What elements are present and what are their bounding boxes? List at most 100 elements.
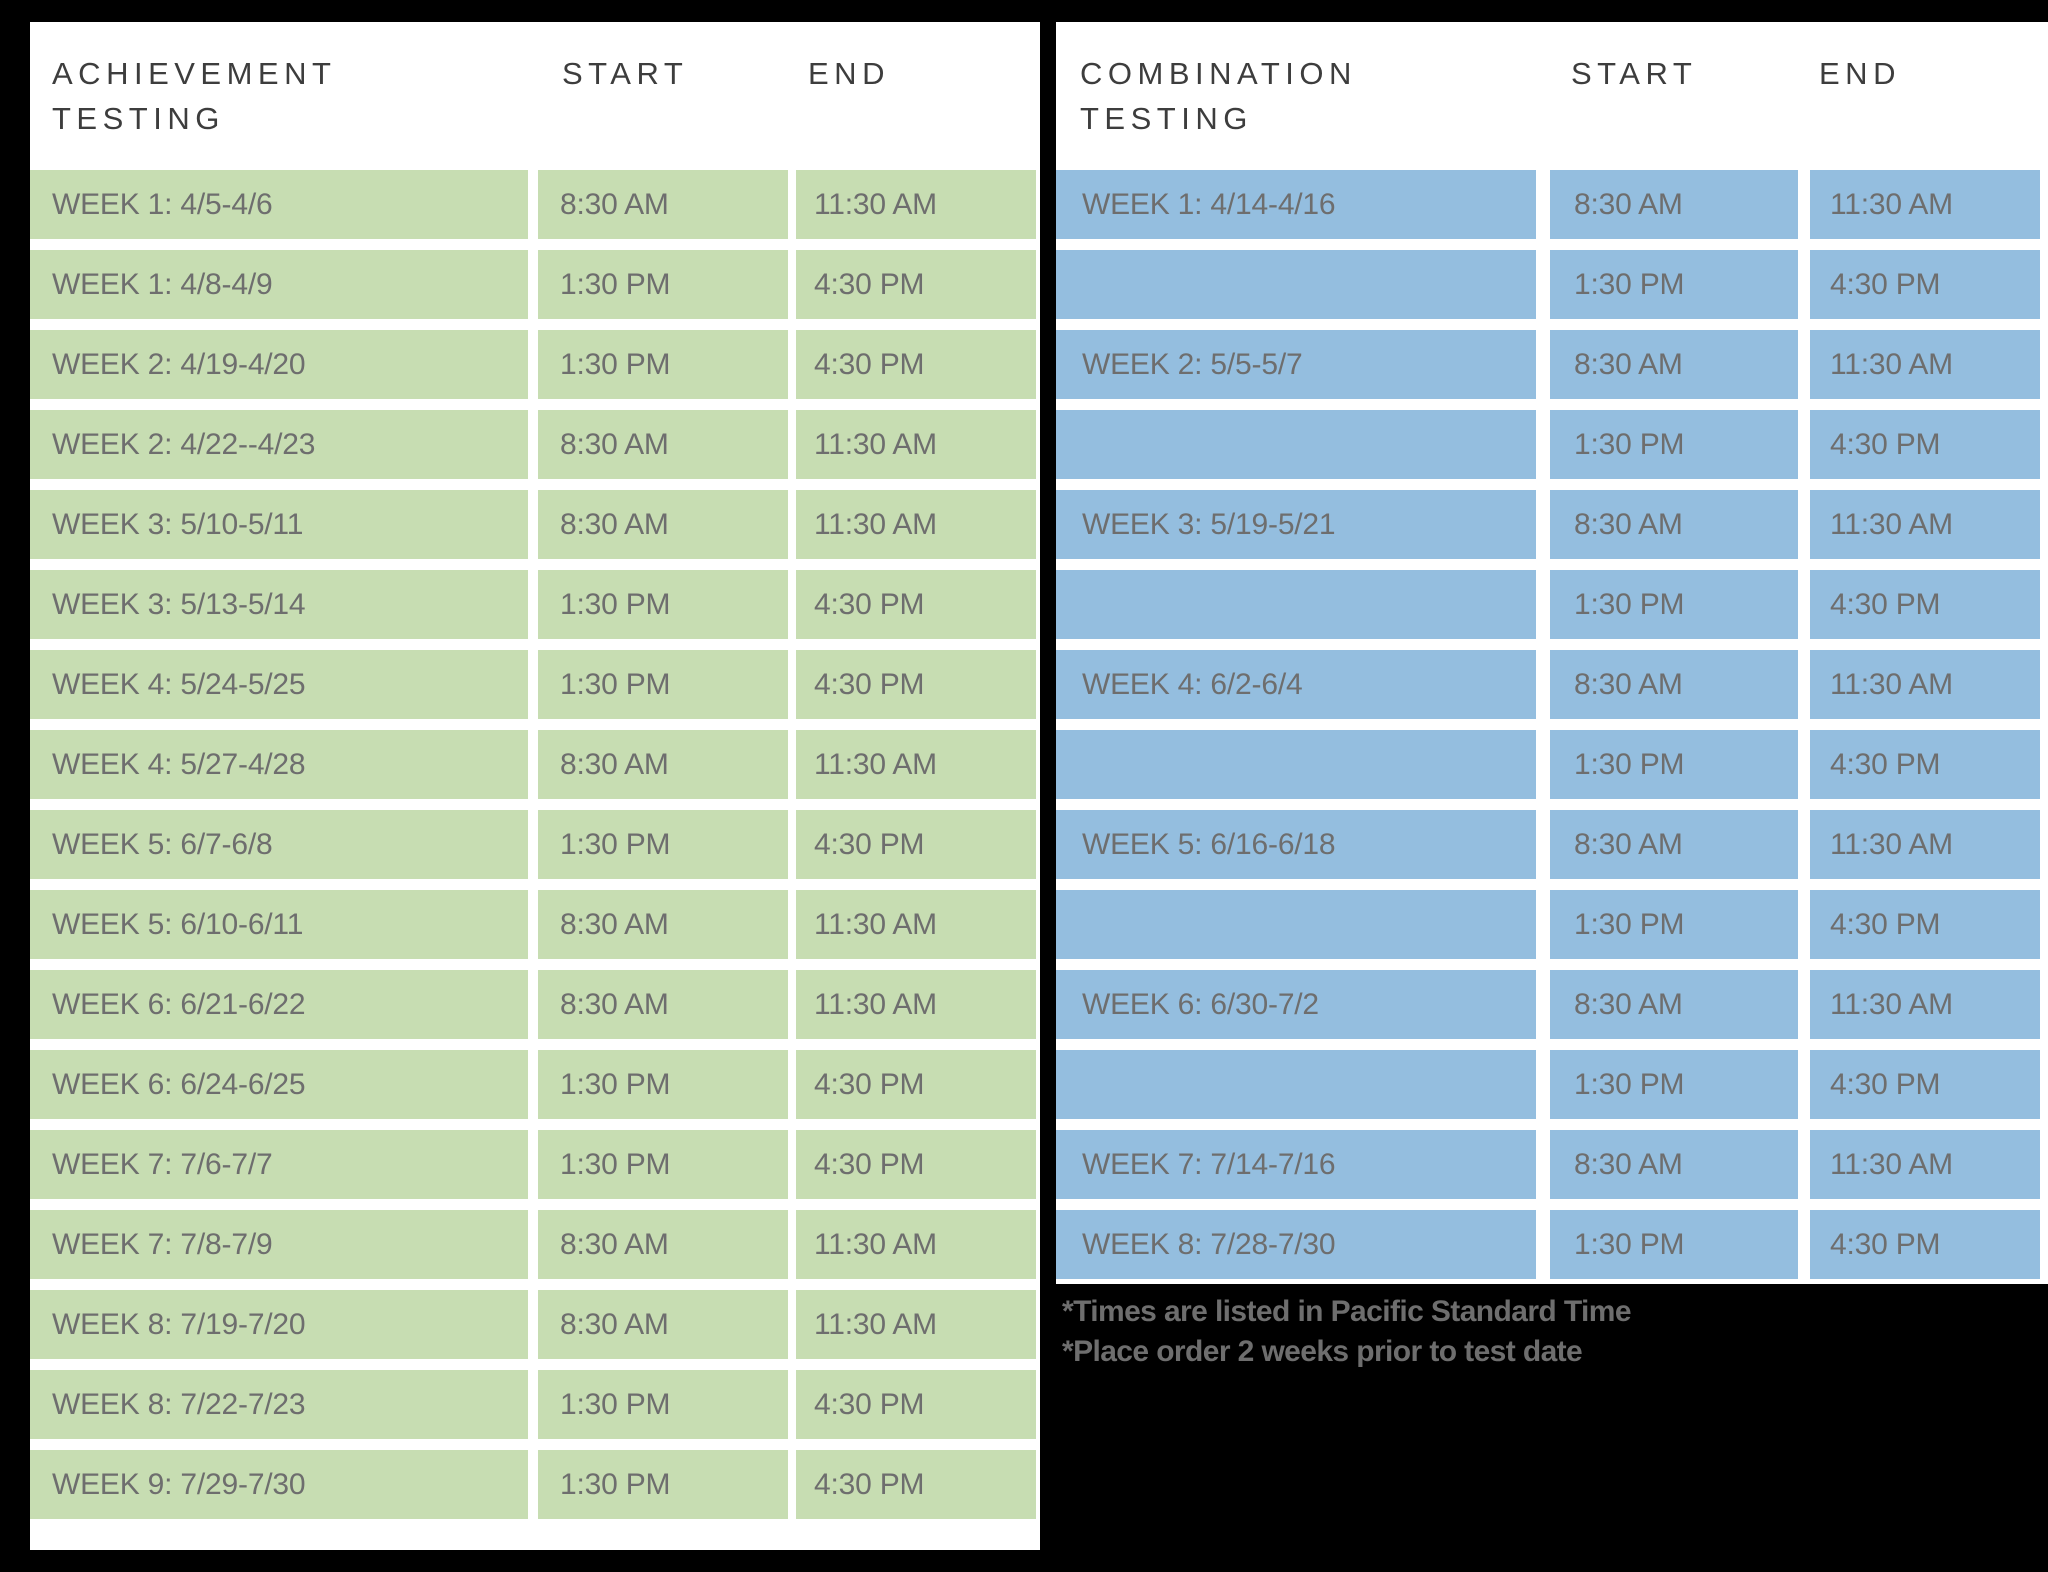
achievement-end-cell: 4:30 PM [796,650,1036,719]
combination-week-cell: WEEK 2: 5/5-5/7 [1056,330,1536,399]
combination-start-cell: 1:30 PM [1550,730,1798,799]
combination-week-cell: WEEK 6: 6/30-7/2 [1056,970,1536,1039]
achievement-table-body: WEEK 1: 4/5-4/6 8:30 AM 11:30 AM WEEK 1: 4/… [30,170,1040,1530]
achievement-end-cell: 4:30 PM [796,1050,1036,1119]
achievement-end-cell: 4:30 PM [796,1450,1036,1519]
combination-start-cell: 1:30 PM [1550,410,1798,479]
table-row: WEEK 3: 5/10-5/11 8:30 AM 11:30 AM [30,490,1040,570]
table-row: WEEK 2: 5/5-5/7 8:30 AM 11:30 AM [1056,330,2048,410]
combination-end-cell: 11:30 AM [1810,810,2040,879]
achievement-start-cell: 8:30 AM [538,490,788,559]
achievement-week-cell: WEEK 7: 7/6-7/7 [30,1130,528,1199]
table-row: WEEK 1: 4/8-4/9 1:30 PM 4:30 PM [30,250,1040,330]
footnote-line: *Place order 2 weeks prior to test date [1062,1334,1583,1368]
combination-end-cell: 11:30 AM [1810,170,2040,239]
achievement-week-cell: WEEK 7: 7/8-7/9 [30,1210,528,1279]
table-row: WEEK 7: 7/6-7/7 1:30 PM 4:30 PM [30,1130,1040,1210]
achievement-start-cell: 1:30 PM [538,1370,788,1439]
achievement-table-header-row: ACHIEVEMENT TESTING START END [30,22,1040,170]
achievement-week-cell: WEEK 1: 4/8-4/9 [30,250,528,319]
achievement-week-cell: WEEK 9: 7/29-7/30 [30,1450,528,1519]
combination-week-cell [1056,890,1536,959]
achievement-end-cell: 4:30 PM [796,570,1036,639]
combination-week-cell: WEEK 3: 5/19-5/21 [1056,490,1536,559]
achievement-week-cell: WEEK 8: 7/22-7/23 [30,1370,528,1439]
table-row: 1:30 PM 4:30 PM [1056,730,2048,810]
achievement-header-end: END [808,56,890,91]
table-row: WEEK 1: 4/14-4/16 8:30 AM 11:30 AM [1056,170,2048,250]
table-row: WEEK 5: 6/10-6/11 8:30 AM 11:30 AM [30,890,1040,970]
table-row: WEEK 4: 5/27-4/28 8:30 AM 11:30 AM [30,730,1040,810]
footnote-line: *Times are listed in Pacific Standard Ti… [1062,1295,1632,1328]
combination-end-cell: 4:30 PM [1810,1050,2040,1119]
combination-end-cell: 4:30 PM [1810,730,2040,799]
achievement-end-cell: 11:30 AM [796,410,1036,479]
achievement-header-week: ACHIEVEMENT TESTING [52,56,337,136]
achievement-end-cell: 11:30 AM [796,730,1036,799]
combination-testing-panel: COMBINATION TESTING START END WEEK 1: 4/… [1056,22,2048,1284]
table-row: 1:30 PM 4:30 PM [1056,250,2048,330]
table-row: WEEK 8: 7/28-7/30 1:30 PM 4:30 PM [1056,1210,2048,1290]
combination-start-cell: 8:30 AM [1550,490,1798,559]
combination-end-cell: 4:30 PM [1810,570,2040,639]
achievement-end-cell: 4:30 PM [796,330,1036,399]
achievement-week-cell: WEEK 1: 4/5-4/6 [30,170,528,239]
combination-week-cell [1056,1050,1536,1119]
combination-week-cell [1056,410,1536,479]
combination-start-cell: 8:30 AM [1550,970,1798,1039]
achievement-start-cell: 1:30 PM [538,1450,788,1519]
achievement-week-cell: WEEK 5: 6/10-6/11 [30,890,528,959]
combination-end-cell: 4:30 PM [1810,1210,2040,1279]
achievement-week-cell: WEEK 3: 5/13-5/14 [30,570,528,639]
combination-header-start: START [1571,56,1698,91]
table-row: 1:30 PM 4:30 PM [1056,410,2048,490]
achievement-week-cell: WEEK 6: 6/24-6/25 [30,1050,528,1119]
combination-week-cell: WEEK 7: 7/14-7/16 [1056,1130,1536,1199]
achievement-week-cell: WEEK 4: 5/27-4/28 [30,730,528,799]
achievement-week-cell: WEEK 2: 4/19-4/20 [30,330,528,399]
table-row: WEEK 5: 6/16-6/18 8:30 AM 11:30 AM [1056,810,2048,890]
achievement-start-cell: 1:30 PM [538,250,788,319]
achievement-start-cell: 8:30 AM [538,410,788,479]
table-row: WEEK 4: 5/24-5/25 1:30 PM 4:30 PM [30,650,1040,730]
combination-start-cell: 8:30 AM [1550,330,1798,399]
combination-end-cell: 11:30 AM [1810,1130,2040,1199]
achievement-start-cell: 1:30 PM [538,1050,788,1119]
combination-start-cell: 1:30 PM [1550,570,1798,639]
combination-start-cell: 8:30 AM [1550,170,1798,239]
achievement-end-cell: 4:30 PM [796,1370,1036,1439]
table-row: WEEK 6: 6/21-6/22 8:30 AM 11:30 AM [30,970,1040,1050]
combination-header-end: END [1819,56,1901,91]
footnotes: *Times are listed in Pacific Standard Ti… [1056,1288,2048,1372]
combination-start-cell: 8:30 AM [1550,810,1798,879]
achievement-start-cell: 1:30 PM [538,330,788,399]
achievement-week-cell: WEEK 3: 5/10-5/11 [30,490,528,559]
combination-week-cell: WEEK 5: 6/16-6/18 [1056,810,1536,879]
achievement-start-cell: 1:30 PM [538,570,788,639]
table-row: WEEK 1: 4/5-4/6 8:30 AM 11:30 AM [30,170,1040,250]
combination-end-cell: 4:30 PM [1810,250,2040,319]
combination-end-cell: 4:30 PM [1810,410,2040,479]
achievement-end-cell: 11:30 AM [796,970,1036,1039]
table-row: WEEK 2: 4/19-4/20 1:30 PM 4:30 PM [30,330,1040,410]
achievement-end-cell: 4:30 PM [796,1130,1036,1199]
achievement-start-cell: 8:30 AM [538,890,788,959]
table-row: WEEK 7: 7/14-7/16 8:30 AM 11:30 AM [1056,1130,2048,1210]
schedule-page: ACHIEVEMENT TESTING START END WEEK 1: 4/… [0,0,2048,1572]
combination-end-cell: 11:30 AM [1810,490,2040,559]
achievement-end-cell: 4:30 PM [796,810,1036,879]
table-row: 1:30 PM 4:30 PM [1056,890,2048,970]
combination-table-body: WEEK 1: 4/14-4/16 8:30 AM 11:30 AM 1:30 PM 4… [1056,170,2048,1290]
achievement-start-cell: 8:30 AM [538,730,788,799]
combination-start-cell: 1:30 PM [1550,890,1798,959]
table-row: 1:30 PM 4:30 PM [1056,1050,2048,1130]
combination-week-cell [1056,570,1536,639]
combination-end-cell: 11:30 AM [1810,970,2040,1039]
achievement-week-cell: WEEK 2: 4/22--4/23 [30,410,528,479]
table-row: 1:30 PM 4:30 PM [1056,570,2048,650]
achievement-end-cell: 4:30 PM [796,250,1036,319]
table-row: WEEK 5: 6/7-6/8 1:30 PM 4:30 PM [30,810,1040,890]
achievement-week-cell: WEEK 5: 6/7-6/8 [30,810,528,879]
table-row: WEEK 6: 6/30-7/2 8:30 AM 11:30 AM [1056,970,2048,1050]
table-row: WEEK 8: 7/19-7/20 8:30 AM 11:30 AM [30,1290,1040,1370]
